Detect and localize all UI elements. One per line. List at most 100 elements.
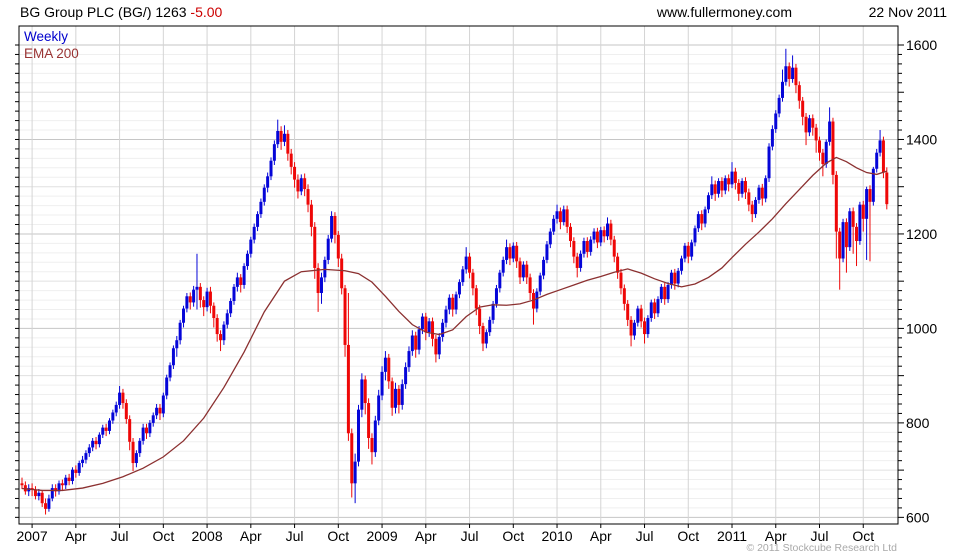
candle-body	[64, 477, 68, 486]
candle-body	[656, 299, 660, 314]
candle-body	[542, 259, 546, 276]
candle-body	[387, 357, 391, 382]
candle-body	[481, 326, 485, 344]
candle-body	[397, 388, 401, 405]
candle-body	[168, 365, 172, 378]
candle-body	[266, 176, 270, 188]
candle-body	[47, 498, 51, 509]
candle-body	[706, 195, 710, 210]
candle-body	[505, 247, 509, 260]
candle-body	[121, 392, 125, 404]
legend-timeframe: Weekly	[24, 29, 69, 44]
candle-body	[844, 222, 848, 248]
candle-body	[37, 492, 41, 497]
candle-body	[649, 302, 653, 319]
candle-body	[114, 404, 118, 413]
ema-200-line	[21, 156, 888, 492]
candle-body	[101, 427, 105, 435]
candle-body	[131, 441, 135, 464]
candle-body	[118, 392, 122, 405]
candle-body	[161, 395, 165, 414]
candle-body	[575, 256, 579, 268]
candle-body	[824, 141, 828, 165]
candle-body	[609, 223, 613, 240]
candle-body	[444, 309, 448, 323]
candle-body	[858, 204, 862, 242]
candle-body	[804, 116, 808, 133]
candle-body	[232, 286, 236, 302]
plot-border	[18, 25, 899, 525]
x-axis-label: Oct	[327, 528, 349, 544]
candle-body	[357, 409, 360, 462]
candle-body	[70, 469, 74, 481]
candle-body	[663, 286, 667, 300]
candle-body	[461, 269, 465, 283]
candle-body	[619, 272, 623, 289]
candle-body	[417, 329, 421, 350]
candle-body	[639, 308, 643, 322]
candle-body	[865, 189, 869, 219]
candle-body	[595, 231, 599, 243]
candle-body	[373, 420, 377, 453]
candle-body	[643, 321, 647, 335]
candle-body	[296, 179, 300, 192]
candle-body	[363, 379, 367, 404]
candle-body	[468, 256, 472, 273]
chart-screenshot: 600 800 1000 1200 1400 1600 2007 Apr Jul Oct 2008 A…	[0, 0, 980, 560]
candle-body	[229, 301, 233, 314]
candle-body	[185, 296, 189, 309]
candle-body	[875, 152, 879, 169]
candle-body	[178, 322, 182, 341]
candle-body	[195, 286, 199, 290]
x-axis-label: Oct	[502, 528, 524, 544]
candle-body	[474, 288, 478, 309]
candle-body	[222, 324, 226, 341]
candle-body	[774, 113, 778, 130]
candle-body	[770, 129, 774, 147]
candle-body	[703, 209, 707, 224]
candle-body	[235, 277, 239, 287]
candle-body	[737, 182, 741, 194]
candle-body	[414, 335, 418, 350]
candle-body	[730, 171, 734, 185]
candle-body	[747, 192, 751, 205]
candle-body	[155, 407, 159, 416]
date-label: 22 Nov 2011	[868, 4, 947, 20]
candle-body	[831, 121, 835, 175]
candle-body	[528, 277, 532, 293]
candle-body	[794, 67, 798, 86]
y-axis-label: 800	[906, 415, 930, 431]
candle-body	[158, 407, 162, 414]
candle-body	[750, 204, 754, 215]
candle-body	[713, 184, 717, 194]
candle-body	[20, 483, 24, 486]
candle-body	[568, 226, 572, 242]
candle-body	[138, 440, 142, 454]
candle-body	[686, 245, 690, 257]
candle-body	[104, 427, 108, 431]
candle-body	[696, 214, 700, 229]
candle-body	[616, 256, 620, 273]
candle-body	[878, 140, 882, 153]
candle-body	[424, 316, 428, 333]
x-axis-label: Jul	[461, 528, 479, 544]
candle-body	[299, 178, 303, 192]
x-axis-label: 2010	[541, 528, 572, 544]
candle-body	[370, 437, 374, 453]
candle-body	[680, 258, 684, 271]
y-axis-label: 1400	[906, 131, 937, 147]
candle-body	[77, 463, 81, 473]
candle-body	[589, 239, 593, 252]
x-axis-label: 2009	[366, 528, 397, 544]
candle-body	[239, 277, 243, 285]
candle-body	[346, 344, 350, 434]
candle-body	[81, 459, 85, 464]
candle-body	[427, 321, 431, 333]
candle-body	[60, 483, 64, 486]
candle-body	[881, 140, 885, 173]
y-axis-label: 600	[906, 509, 930, 525]
candle-body	[313, 226, 317, 268]
candle-body	[293, 166, 297, 180]
candle-body	[868, 189, 872, 202]
candle-body	[491, 303, 495, 320]
